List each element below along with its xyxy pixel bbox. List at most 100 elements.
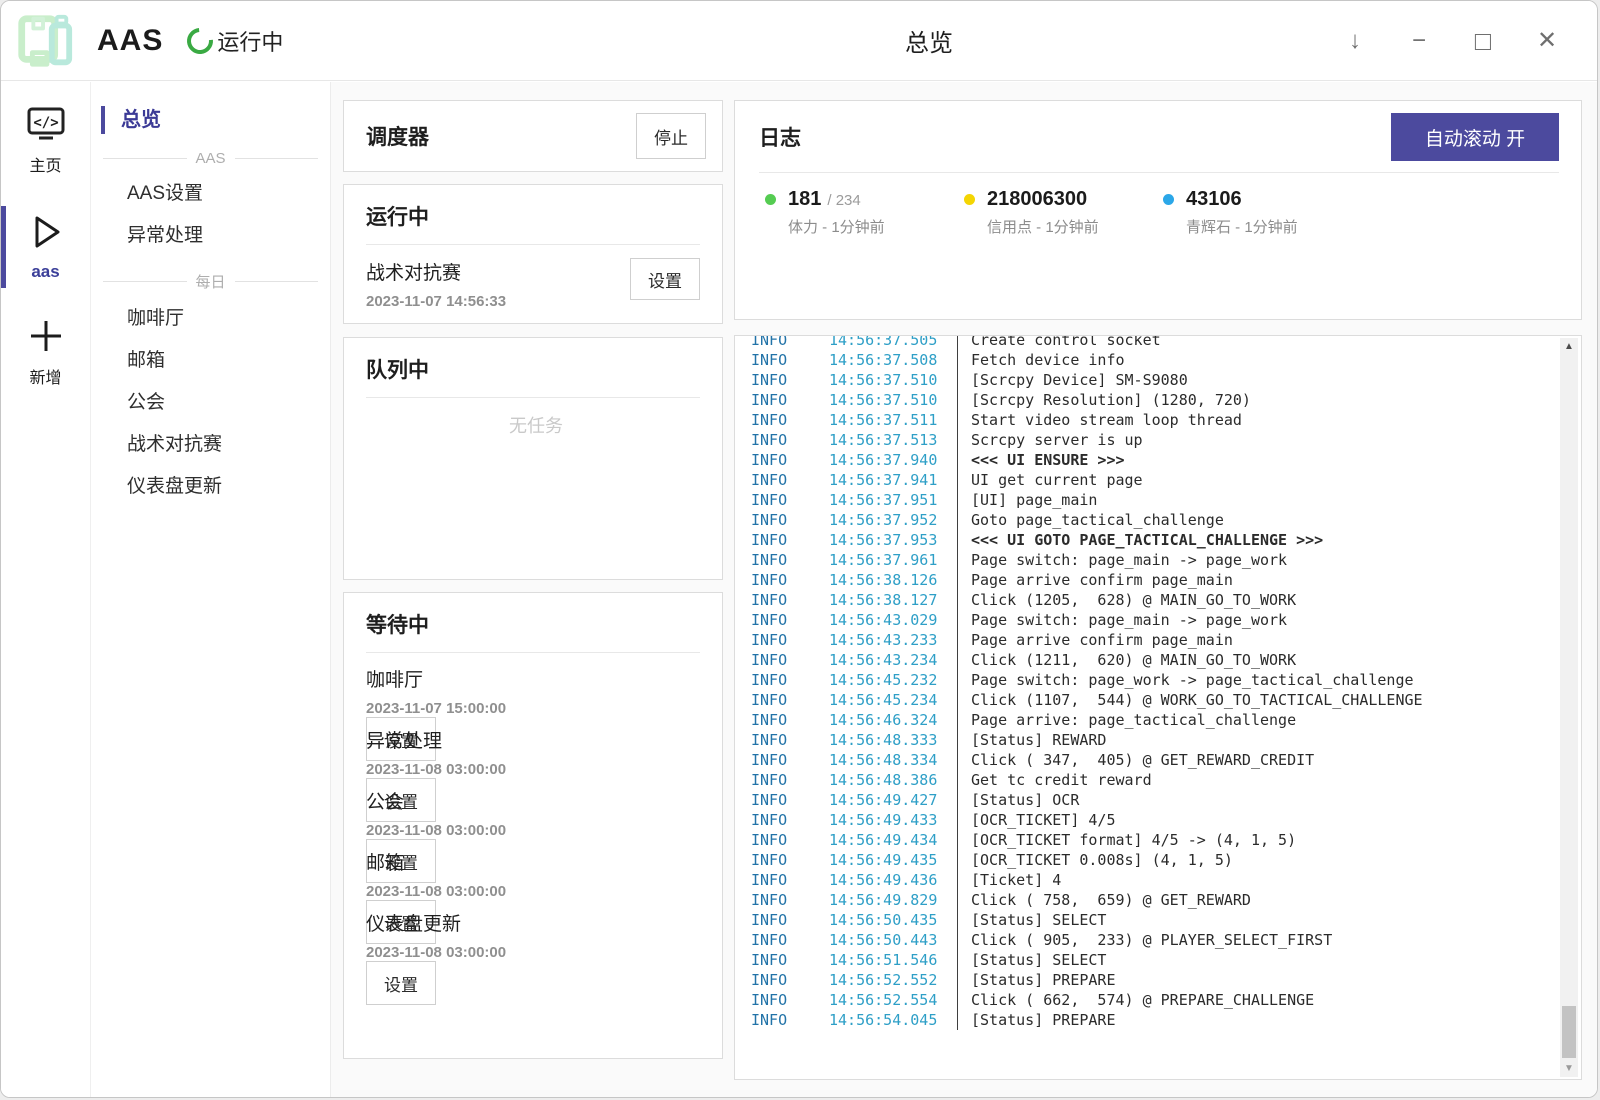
log-message: <<< UI ENSURE >>> xyxy=(957,450,1125,470)
minimize-button[interactable]: − xyxy=(1405,29,1433,53)
log-level: INFO xyxy=(751,770,829,790)
log-message: Page arrive confirm page_main xyxy=(957,630,1233,650)
waiting-task-row: 公会 2023-11-08 03:00:00 设置 xyxy=(366,787,706,848)
nav-item-dashboard-update[interactable]: 仪表盘更新 xyxy=(91,466,330,508)
log-timestamp: 14:56:37.508 xyxy=(829,350,957,370)
title-bar: AAS 运行中 总览 ↓ − □ ✕ xyxy=(1,1,1597,81)
log-line: INFO 14:56:50.443 Click ( 905, 233) @ PL… xyxy=(751,930,1581,950)
resource-stat: 181 / 234 体力 - 1分钟前 xyxy=(765,188,964,237)
task-time: 2023-11-08 03:00:00 xyxy=(366,883,706,900)
log-line: INFO 14:56:37.953 <<< UI GOTO PAGE_TACTI… xyxy=(751,530,1581,550)
log-lines: INFO 14:56:37.505 Create control socket … xyxy=(751,335,1581,1030)
log-line: INFO 14:56:48.333 [Status] REWARD xyxy=(751,730,1581,750)
scroll-down-arrow-icon[interactable]: ▼ xyxy=(1560,1063,1578,1074)
nav-item-aas-settings[interactable]: AAS设置 xyxy=(91,173,330,215)
settings-button[interactable]: 设置 xyxy=(366,961,436,1005)
nav-item-exception-handling[interactable]: 异常处理 xyxy=(91,215,330,257)
log-level: INFO xyxy=(751,850,829,870)
log-message: [Ticket] 4 xyxy=(957,870,1061,890)
rail-item-aas[interactable]: aas xyxy=(1,202,90,292)
divider xyxy=(366,244,700,245)
log-message: Click ( 347, 405) @ GET_REWARD_CREDIT xyxy=(957,750,1314,770)
log-line: INFO 14:56:37.940 <<< UI ENSURE >>> xyxy=(751,450,1581,470)
rail-item-home[interactable]: </> 主页 xyxy=(1,96,90,186)
log-timestamp: 14:56:37.510 xyxy=(829,390,957,410)
log-line: INFO 14:56:38.126 Page arrive confirm pa… xyxy=(751,570,1581,590)
rail-item-add[interactable]: 新增 xyxy=(1,308,90,398)
stat-value: 218006300 xyxy=(987,188,1087,211)
app-name: AAS xyxy=(97,24,163,58)
log-line: INFO 14:56:52.552 [Status] PREPARE xyxy=(751,970,1581,990)
running-title: 运行中 xyxy=(366,201,706,231)
scroll-up-arrow-icon[interactable]: ▲ xyxy=(1560,341,1578,352)
log-timestamp: 14:56:45.232 xyxy=(829,670,957,690)
log-level: INFO xyxy=(751,550,829,570)
log-message: Page arrive: page_tactical_challenge xyxy=(957,710,1296,730)
log-level: INFO xyxy=(751,1010,829,1030)
log-timestamp: 14:56:37.510 xyxy=(829,370,957,390)
maximize-button[interactable]: □ xyxy=(1469,28,1497,55)
icon-rail: </> 主页 aas 新增 xyxy=(1,82,91,1097)
log-message: [Status] SELECT xyxy=(957,910,1106,930)
log-message: [Status] PREPARE xyxy=(957,1010,1116,1030)
task-name: 邮箱 xyxy=(366,848,706,875)
nav-section-divider-aas: AAS xyxy=(103,150,318,167)
stat-label: 信用点 - 1分钟前 xyxy=(987,216,1099,237)
app-logo-icon xyxy=(13,10,75,72)
settings-button[interactable]: 设置 xyxy=(630,258,700,300)
log-level: INFO xyxy=(751,930,829,950)
nav-item-mailbox[interactable]: 邮箱 xyxy=(91,340,330,382)
nav-item-tactical-challenge[interactable]: 战术对抗赛 xyxy=(91,424,330,466)
divider xyxy=(366,652,700,653)
nav-item-cafe[interactable]: 咖啡厅 xyxy=(91,298,330,340)
scrollbar-thumb[interactable] xyxy=(1562,1006,1576,1058)
close-button[interactable]: ✕ xyxy=(1533,29,1561,53)
log-message: Start video stream loop thread xyxy=(957,410,1242,430)
log-line: INFO 14:56:37.961 Page switch: page_main… xyxy=(751,550,1581,570)
log-timestamp: 14:56:51.546 xyxy=(829,950,957,970)
stat-dot-icon xyxy=(1163,194,1174,205)
code-monitor-icon: </> xyxy=(26,106,66,147)
log-message: Fetch device info xyxy=(957,350,1125,370)
log-timestamp: 14:56:38.126 xyxy=(829,570,957,590)
task-time: 2023-11-08 03:00:00 xyxy=(366,944,706,961)
log-message: [OCR_TICKET] 4/5 xyxy=(957,810,1116,830)
queue-empty-label: 无任务 xyxy=(366,412,706,438)
log-message: Page switch: page_main -> page_work xyxy=(957,550,1287,570)
log-level: INFO xyxy=(751,650,829,670)
log-scrollbar[interactable]: ▲ ▼ xyxy=(1560,338,1578,1077)
log-level: INFO xyxy=(751,570,829,590)
log-line: INFO 14:56:51.546 [Status] SELECT xyxy=(751,950,1581,970)
log-level: INFO xyxy=(751,670,829,690)
nav-item-overview[interactable]: 总览 xyxy=(91,104,330,136)
log-level: INFO xyxy=(751,950,829,970)
log-line: INFO 14:56:37.941 UI get current page xyxy=(751,470,1581,490)
nav-item-guild[interactable]: 公会 xyxy=(91,382,330,424)
play-icon xyxy=(28,212,64,257)
rail-item-label: 新增 xyxy=(29,364,61,388)
log-timestamp: 14:56:50.435 xyxy=(829,910,957,930)
resource-stat: 43106 青辉石 - 1分钟前 xyxy=(1163,188,1362,237)
task-name: 咖啡厅 xyxy=(366,665,706,692)
log-level: INFO xyxy=(751,870,829,890)
stat-value: 43106 xyxy=(1186,188,1242,211)
log-message: Click ( 758, 659) @ GET_REWARD xyxy=(957,890,1251,910)
log-timestamp: 14:56:37.505 xyxy=(829,335,957,350)
log-console[interactable]: INFO 14:56:37.505 Create control socket … xyxy=(734,335,1582,1080)
log-message: Page switch: page_main -> page_work xyxy=(957,610,1287,630)
app-window: AAS 运行中 总览 ↓ − □ ✕ </> 主页 xyxy=(0,0,1598,1098)
log-message: [Scrcpy Resolution] (1280, 720) xyxy=(957,390,1251,410)
log-line: INFO 14:56:49.434 [OCR_TICKET format] 4/… xyxy=(751,830,1581,850)
stop-button[interactable]: 停止 xyxy=(636,113,706,159)
log-timestamp: 14:56:54.045 xyxy=(829,1010,957,1030)
log-timestamp: 14:56:52.552 xyxy=(829,970,957,990)
log-message: Get tc credit reward xyxy=(957,770,1152,790)
log-level: INFO xyxy=(751,810,829,830)
autoscroll-toggle-button[interactable]: 自动滚动 开 xyxy=(1391,113,1559,161)
log-level: INFO xyxy=(751,450,829,470)
download-update-button[interactable]: ↓ xyxy=(1341,29,1369,53)
log-level: INFO xyxy=(751,335,829,350)
log-timestamp: 14:56:37.511 xyxy=(829,410,957,430)
log-message: Scrcpy server is up xyxy=(957,430,1143,450)
log-line: INFO 14:56:37.510 [Scrcpy Device] SM-S90… xyxy=(751,370,1581,390)
